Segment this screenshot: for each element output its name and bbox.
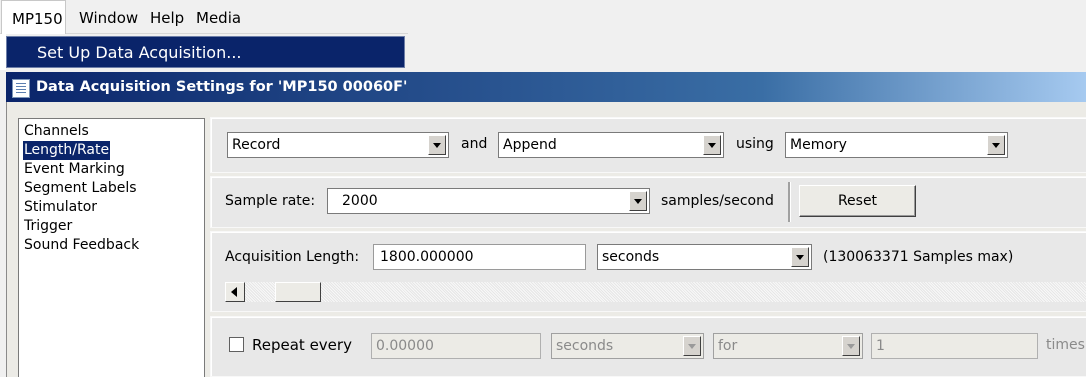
repeat-count-input[interactable]: 1: [871, 333, 1038, 359]
repeat-interval-input[interactable]: 0.00000: [371, 333, 541, 359]
acquisition-length-scrollbar[interactable]: [225, 282, 1086, 302]
acquisition-length-input[interactable]: 1800.000000: [373, 244, 586, 270]
menu-mp150[interactable]: MP150: [1, 0, 66, 34]
dialog-title: Data Acquisition Settings for 'MP150 000…: [36, 79, 408, 95]
menu-bar: MP150 Window Help Media: [0, 0, 408, 34]
chevron-down-icon[interactable]: [428, 135, 446, 155]
chevron-down-icon[interactable]: [683, 336, 701, 356]
chevron-down-icon[interactable]: [629, 191, 647, 211]
repeat-unit-select[interactable]: seconds: [551, 333, 704, 359]
using-label: using: [736, 136, 774, 152]
repeat-interval-value: 0.00000: [376, 338, 434, 354]
list-item-length-rate[interactable]: Length/Rate: [23, 141, 111, 160]
menu-window[interactable]: Window: [79, 0, 138, 34]
acquisition-unit-value: seconds: [602, 249, 660, 265]
repeat-for-select[interactable]: for: [713, 333, 863, 359]
samples-max-note: (130063371 Samples max): [823, 249, 1014, 265]
acquisition-length-value: 1800.000000: [380, 249, 474, 265]
sample-rate-select[interactable]: 2000: [327, 188, 650, 214]
list-item-channels[interactable]: Channels: [24, 122, 89, 141]
reset-button[interactable]: Reset: [799, 185, 916, 217]
dialog-title-bar[interactable]: Data Acquisition Settings for 'MP150 000…: [6, 72, 1086, 102]
repeat-every-label: Repeat every: [252, 336, 352, 354]
repeat-count-value: 1: [876, 338, 885, 354]
list-item-event-marking[interactable]: Event Marking: [24, 160, 125, 179]
scrollbar-thumb[interactable]: [275, 282, 321, 302]
separator: [788, 182, 791, 222]
storage-select[interactable]: Memory: [785, 132, 1008, 158]
list-item-sound-feedback[interactable]: Sound Feedback: [24, 236, 139, 255]
document-icon: [12, 79, 30, 98]
chevron-down-icon[interactable]: [842, 336, 860, 356]
acquisition-unit-select[interactable]: seconds: [597, 244, 812, 270]
settings-category-list[interactable]: Channels Length/Rate Event Marking Segme…: [18, 118, 205, 377]
times-label: times: [1046, 337, 1085, 353]
menu-item-set-up-data-acquisition[interactable]: Set Up Data Acquisition...: [6, 36, 405, 68]
append-select[interactable]: Append: [498, 132, 724, 158]
repeat-unit-value: seconds: [556, 338, 614, 354]
list-item-trigger[interactable]: Trigger: [24, 217, 72, 236]
chevron-down-icon[interactable]: [703, 135, 721, 155]
scroll-left-arrow-icon[interactable]: [225, 282, 245, 302]
list-item-stimulator[interactable]: Stimulator: [24, 198, 97, 217]
mode-select[interactable]: Record: [227, 132, 449, 158]
repeat-for-value: for: [718, 338, 738, 354]
repeat-checkbox[interactable]: [229, 337, 244, 352]
chevron-down-icon[interactable]: [987, 135, 1005, 155]
menu-help[interactable]: Help: [150, 0, 184, 34]
mode-select-value: Record: [232, 137, 281, 153]
acquisition-length-label: Acquisition Length:: [225, 249, 360, 265]
chevron-down-icon[interactable]: [791, 247, 809, 267]
and-label: and: [461, 136, 488, 152]
storage-select-value: Memory: [790, 137, 847, 153]
samples-per-second-label: samples/second: [661, 193, 774, 209]
sample-rate-value: 2000: [342, 193, 378, 209]
menu-media[interactable]: Media: [196, 0, 241, 34]
sample-rate-label: Sample rate:: [225, 193, 316, 209]
append-select-value: Append: [503, 137, 557, 153]
list-item-segment-labels[interactable]: Segment Labels: [24, 179, 137, 198]
